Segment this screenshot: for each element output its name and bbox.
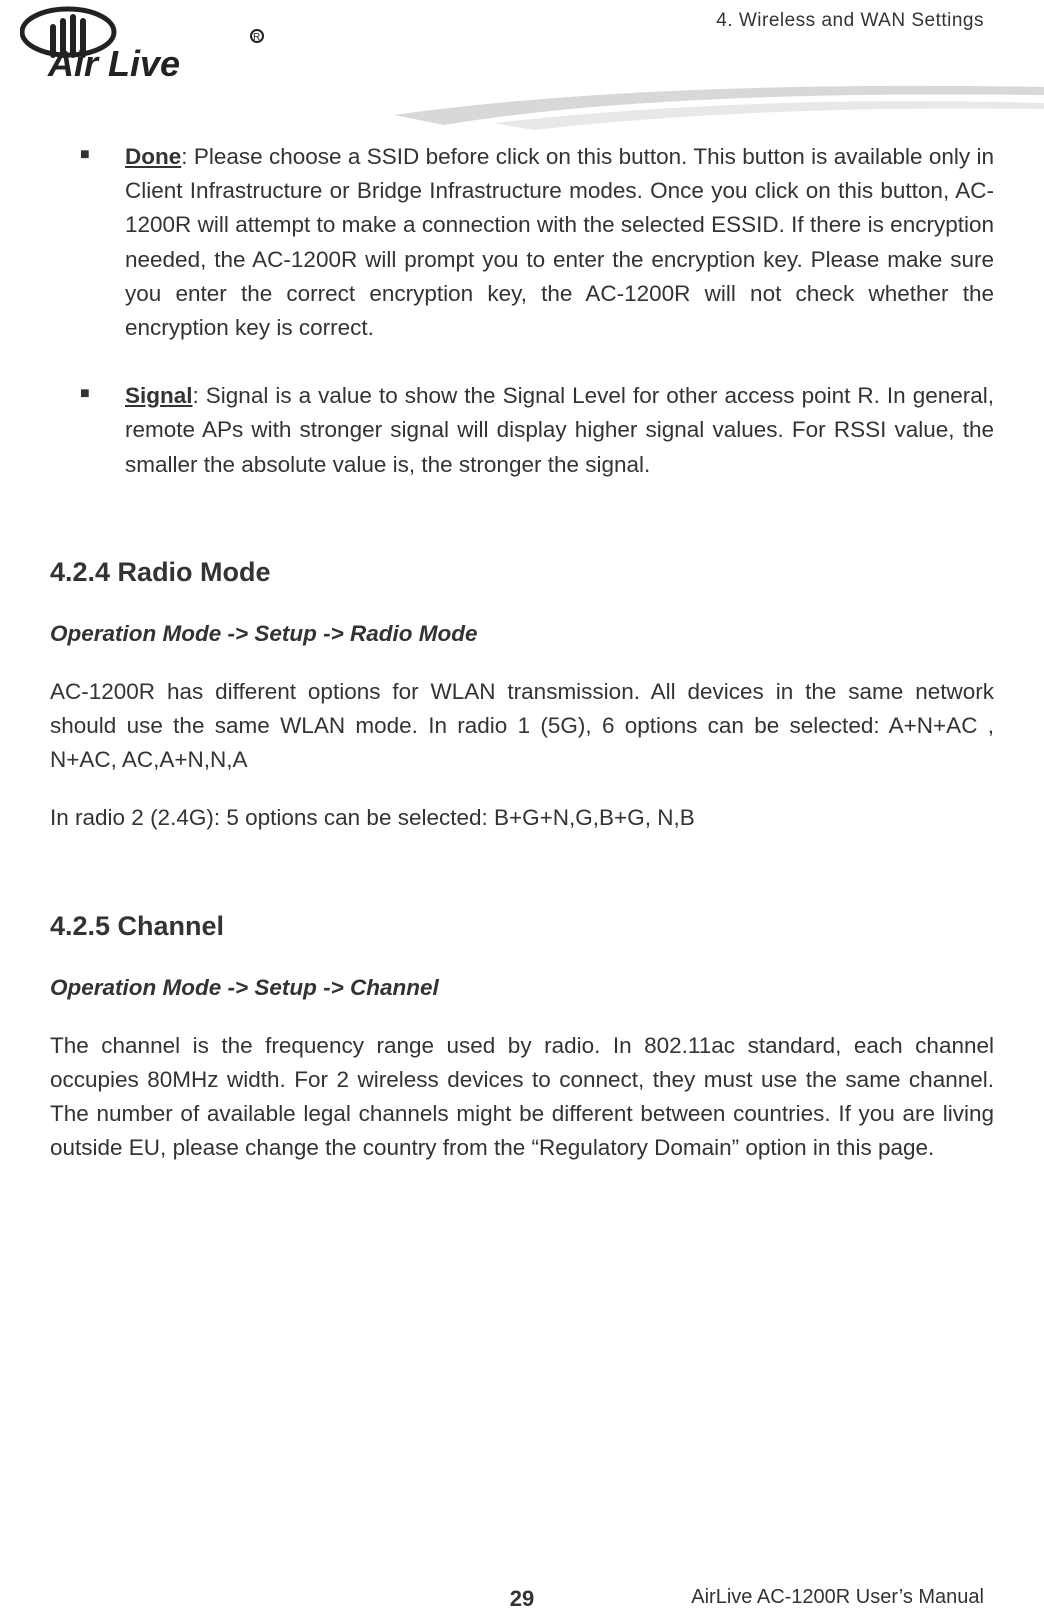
section-heading-channel: 4.2.5 Channel [50,906,994,947]
section-heading-radio-mode: 4.2.4 Radio Mode [50,552,994,593]
page-content: Done: Please choose a SSID before click … [0,120,1044,1166]
svg-text:R: R [253,32,260,43]
bullet-text: : Signal is a value to show the Signal L… [125,383,994,476]
bullet-term: Signal [125,383,193,408]
paragraph: AC-1200R has different options for WLAN … [50,675,994,778]
bullet-text: : Please choose a SSID before click on t… [125,144,994,340]
svg-text:Air Live: Air Live [47,43,180,84]
page-header: 4. Wireless and WAN Settings Air Live R [0,0,1044,120]
header-swoosh-decoration [394,75,1044,135]
airlive-logo: Air Live R [20,6,280,84]
page-number: 29 [510,1586,534,1612]
breadcrumb-channel: Operation Mode -> Setup -> Channel [50,971,994,1005]
breadcrumb-radio-mode: Operation Mode -> Setup -> Radio Mode [50,617,994,651]
paragraph: The channel is the frequency range used … [50,1029,994,1166]
bullet-list: Done: Please choose a SSID before click … [80,140,994,482]
paragraph: In radio 2 (2.4G): 5 options can be sele… [50,801,994,835]
bullet-item-done: Done: Please choose a SSID before click … [80,140,994,345]
bullet-term: Done [125,144,181,169]
chapter-title: 4. Wireless and WAN Settings [716,10,984,32]
bullet-item-signal: Signal: Signal is a value to show the Si… [80,379,994,482]
manual-name: AirLive AC-1200R User’s Manual [691,1586,984,1609]
